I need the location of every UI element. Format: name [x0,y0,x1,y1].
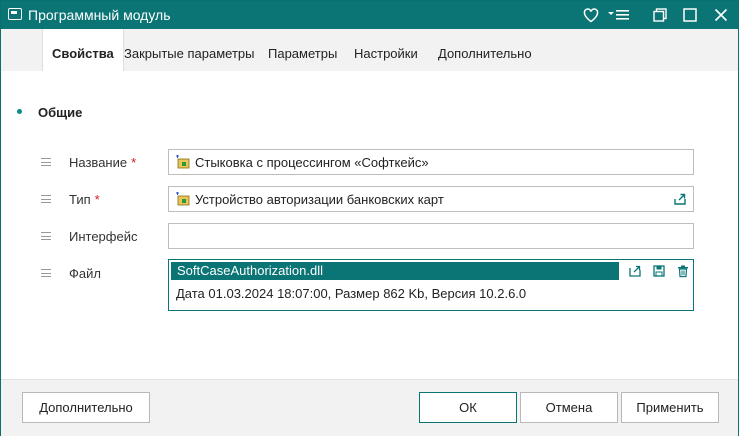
interface-field[interactable] [168,223,694,249]
name-value: Стыковка с процессингом «Софткейс» [195,155,429,170]
tab-closed-parameters[interactable]: Закрытые параметры [115,29,263,71]
file-meta: Дата 01.03.2024 18:07:00, Размер 862 Kb,… [176,286,527,301]
tab-properties[interactable]: Свойства [42,29,124,71]
tab-additional[interactable]: Дополнительно [429,29,541,71]
restore-window-icon[interactable] [649,5,671,25]
close-icon[interactable] [710,5,732,25]
tab-parameters[interactable]: Параметры [259,29,346,71]
drag-handle-icon[interactable] [41,269,51,277]
section-title[interactable]: Общие [38,105,82,120]
more-button[interactable]: Дополнительно [22,392,150,423]
menu-list-icon[interactable] [606,5,632,25]
drag-handle-icon[interactable] [41,158,51,166]
drag-handle-icon[interactable] [41,195,51,203]
open-link-icon[interactable] [674,193,686,205]
module-icon [176,192,190,206]
name-label: Название * [69,155,137,170]
maximize-icon[interactable] [679,5,701,25]
drag-handle-icon[interactable] [41,232,51,240]
type-label: Тип * [69,192,100,207]
required-marker: * [94,192,100,207]
file-name[interactable]: SoftCaseAuthorization.dll [171,262,619,280]
tab-bar: Свойства Закрытые параметры Параметры На… [1,29,738,71]
interface-label: Интерфейс [69,229,138,244]
window-title: Программный модуль [28,7,171,23]
cancel-button[interactable]: Отмена [520,392,618,423]
file-label: Файл [69,266,101,281]
ok-button[interactable]: ОК [419,392,517,423]
file-field[interactable]: SoftCaseAuthorization.dll Дата 01.03.202… [168,259,694,311]
dialog-window: Программный модуль Свойства Закрытые пар… [0,0,739,436]
favorite-heart-icon[interactable] [580,5,602,25]
type-value: Устройство авторизации банковских карт [195,192,444,207]
footer-bar: Дополнительно ОК Отмена Применить [1,379,738,436]
name-field[interactable]: Стыковка с процессингом «Софткейс» [168,149,694,175]
apply-button[interactable]: Применить [621,392,719,423]
window-icon [8,8,22,20]
properties-panel: Общие Название * Стыковка с процессингом … [1,71,738,379]
module-icon [176,155,190,169]
open-file-icon[interactable] [628,264,642,278]
required-marker: * [131,155,137,170]
delete-icon[interactable] [676,264,690,278]
type-field[interactable]: Устройство авторизации банковских карт [168,186,694,212]
title-bar[interactable]: Программный модуль [1,1,738,29]
section-bullet [17,109,22,114]
save-icon[interactable] [652,264,666,278]
tab-settings[interactable]: Настройки [345,29,427,71]
